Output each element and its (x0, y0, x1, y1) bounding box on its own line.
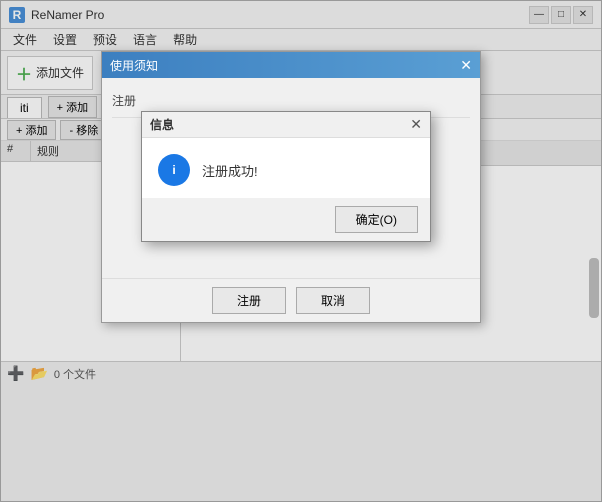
info-message: 注册成功! (202, 161, 258, 180)
info-body: i 注册成功! (142, 138, 430, 198)
notice-buttons: 注册 取消 (102, 278, 480, 322)
info-dialog: 信息 ✕ i 注册成功! 确定(O) (141, 111, 431, 242)
register-button[interactable]: 注册 (212, 287, 286, 314)
notice-title-bar: 使用须知 ✕ (102, 52, 480, 78)
info-title: 信息 (150, 116, 174, 133)
cancel-button[interactable]: 取消 (296, 287, 370, 314)
info-icon: i (158, 154, 190, 186)
ok-button[interactable]: 确定(O) (335, 206, 418, 233)
info-close-button[interactable]: ✕ (410, 116, 422, 133)
info-buttons: 确定(O) (142, 198, 430, 241)
notice-title: 使用须知 (110, 57, 158, 74)
info-title-bar: 信息 ✕ (142, 112, 430, 138)
notice-close-button[interactable]: ✕ (460, 57, 472, 74)
app-window: R ReNamer Pro — □ ✕ 文件 设置 预设 语言 帮助 ＋ 添加文… (0, 0, 602, 502)
